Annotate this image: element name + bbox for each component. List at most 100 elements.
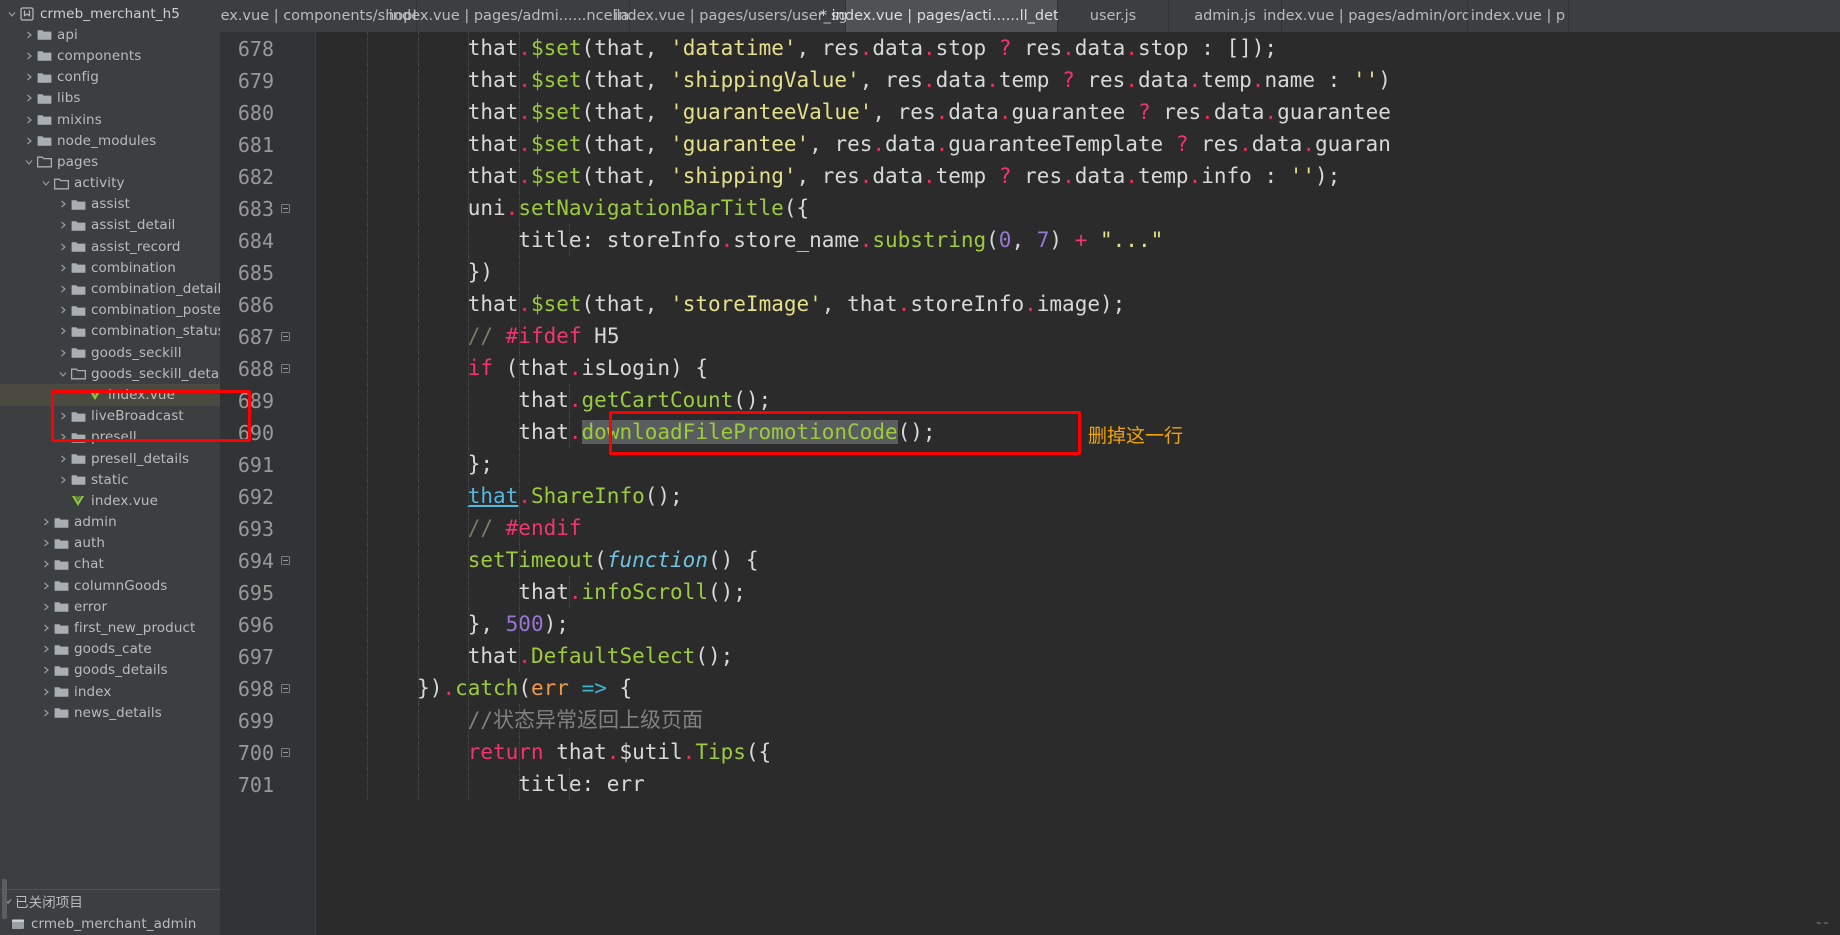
chevron-right-icon[interactable] xyxy=(57,453,68,464)
editor-tab[interactable]: user.js xyxy=(1058,0,1169,32)
chevron-right-icon[interactable] xyxy=(57,432,68,443)
tree-item-news-details[interactable]: news_details xyxy=(0,702,220,723)
tree-item-static[interactable]: static xyxy=(0,469,220,490)
chevron-right-icon[interactable] xyxy=(57,284,68,295)
editor-tab[interactable]: index.vue | p xyxy=(1468,0,1569,32)
code-fold-toggle[interactable] xyxy=(281,684,290,693)
chevron-right-icon[interactable] xyxy=(40,707,51,718)
chevron-right-icon[interactable] xyxy=(57,411,68,422)
chevron-right-icon[interactable] xyxy=(23,72,34,83)
tree-item-error[interactable]: error xyxy=(0,596,220,617)
chevron-right-icon[interactable] xyxy=(23,135,34,146)
editor-tab[interactable]: index.vue | pages/admin/order xyxy=(1263,0,1486,32)
chevron-right-icon[interactable] xyxy=(23,114,34,125)
code-line[interactable]: that.$set(that, 'guaranteeValue', res.da… xyxy=(316,96,1840,128)
editor-tab[interactable]: index.vue | components/shopList xyxy=(220,0,438,32)
code-line[interactable]: // #ifdef H5 xyxy=(316,320,1840,352)
chevron-right-icon[interactable] xyxy=(40,601,51,612)
code-content[interactable]: that.$set(that, 'datatime', res.data.sto… xyxy=(316,32,1840,935)
editor-tab[interactable]: index.vue | pages/users/user_sgin xyxy=(614,0,861,32)
tree-item-first-new-product[interactable]: first_new_product xyxy=(0,617,220,638)
chevron-right-icon[interactable] xyxy=(57,262,68,273)
code-line[interactable]: that.$set(that, 'shippingValue', res.dat… xyxy=(316,64,1840,96)
code-line[interactable]: that.getCartCount(); xyxy=(316,384,1840,416)
code-line[interactable]: that.$set(that, 'datatime', res.data.sto… xyxy=(316,32,1840,64)
editor-tab-bar[interactable]: index.vue | components/shopList index.vue… xyxy=(220,0,1840,33)
code-line[interactable]: }) xyxy=(316,256,1840,288)
chevron-right-icon[interactable] xyxy=(40,538,51,549)
tree-item-index-vue[interactable]: index.vue xyxy=(0,490,220,511)
tree-item-auth[interactable]: auth xyxy=(0,533,220,554)
chevron-right-icon[interactable] xyxy=(40,644,51,655)
sidebar-scrollbar-thumb[interactable] xyxy=(2,879,7,919)
chevron-right-icon[interactable] xyxy=(57,241,68,252)
code-line[interactable]: title: err xyxy=(316,768,1840,800)
closed-project-item[interactable]: crmeb_merchant_admin xyxy=(0,912,220,935)
chevron-right-icon[interactable] xyxy=(57,220,68,231)
tree-item-goods-seckill-details[interactable]: goods_seckill_details xyxy=(0,363,220,384)
editor-tab[interactable]: index.vue | pages/admi......ncellation xyxy=(389,0,657,32)
tree-item-assist-record[interactable]: assist_record xyxy=(0,236,220,257)
tree-item-activity[interactable]: activity xyxy=(0,173,220,194)
code-fold-toggle[interactable] xyxy=(281,748,290,757)
code-line[interactable]: that.DefaultSelect(); xyxy=(316,640,1840,672)
tree-item-combination[interactable]: combination xyxy=(0,257,220,278)
project-tree[interactable]: crmeb_merchant_h5 api components config libs… xyxy=(0,0,220,723)
tree-item-combination-details[interactable]: combination_details xyxy=(0,278,220,299)
code-fold-toggle[interactable] xyxy=(281,556,290,565)
tree-item-api[interactable]: api xyxy=(0,24,220,45)
tree-item-combination-status[interactable]: combination_status xyxy=(0,321,220,342)
line-number-gutter[interactable]: 678 679 680 681 682 683 684 685 686 687 688 689 690 6… xyxy=(220,32,316,935)
tree-item-goods-cate[interactable]: goods_cate xyxy=(0,639,220,660)
chevron-right-icon[interactable] xyxy=(23,29,34,40)
tree-item-presell[interactable]: presell xyxy=(0,427,220,448)
code-line[interactable]: }, 500); xyxy=(316,608,1840,640)
code-fold-toggle[interactable] xyxy=(281,204,290,213)
tree-item-config[interactable]: config xyxy=(0,67,220,88)
tree-item-chat[interactable]: chat xyxy=(0,554,220,575)
code-fold-toggle[interactable] xyxy=(281,332,290,341)
tree-item-columngoods[interactable]: columnGoods xyxy=(0,575,220,596)
code-fold-toggle[interactable] xyxy=(281,364,290,373)
code-line[interactable]: return that.$util.Tips({ xyxy=(316,736,1840,768)
code-line[interactable]: that.$set(that, 'shipping', res.data.tem… xyxy=(316,160,1840,192)
chevron-down-icon[interactable] xyxy=(23,156,34,167)
tree-item-goods-details[interactable]: goods_details xyxy=(0,660,220,681)
tree-item-index-vue[interactable]: index.vue xyxy=(0,384,220,406)
chevron-right-icon[interactable] xyxy=(40,665,51,676)
chevron-right-icon[interactable] xyxy=(57,347,68,358)
tree-item-index[interactable]: index xyxy=(0,681,220,702)
code-line[interactable]: that.$set(that, 'guarantee', res.data.gu… xyxy=(316,128,1840,160)
tree-item-crmeb-merchant-h5[interactable]: crmeb_merchant_h5 xyxy=(0,3,220,24)
chevron-right-icon[interactable] xyxy=(40,517,51,528)
tree-item-admin[interactable]: admin xyxy=(0,512,220,533)
code-line[interactable]: }; xyxy=(316,448,1840,480)
chevron-right-icon[interactable] xyxy=(57,474,68,485)
code-line[interactable]: setTimeout(function() { xyxy=(316,544,1840,576)
chevron-down-icon[interactable] xyxy=(6,8,17,19)
code-line[interactable]: uni.setNavigationBarTitle({ xyxy=(316,192,1840,224)
tree-item-goods-seckill[interactable]: goods_seckill xyxy=(0,342,220,363)
editor-tab[interactable]: * index.vue | pages/acti......ll_details xyxy=(820,0,1083,32)
tree-item-pages[interactable]: pages xyxy=(0,151,220,172)
tree-item-components[interactable]: components xyxy=(0,45,220,66)
chevron-right-icon[interactable] xyxy=(57,305,68,316)
code-line[interactable]: }).catch(err => { xyxy=(316,672,1840,704)
tree-item-presell-details[interactable]: presell_details xyxy=(0,448,220,469)
code-line[interactable]: // #endif xyxy=(316,512,1840,544)
chevron-right-icon[interactable] xyxy=(40,559,51,570)
code-line[interactable]: if (that.isLogin) { xyxy=(316,352,1840,384)
code-line[interactable]: //状态异常返回上级页面 xyxy=(316,704,1840,736)
tree-item-node-modules[interactable]: node_modules xyxy=(0,130,220,151)
chevron-right-icon[interactable] xyxy=(40,623,51,634)
chevron-down-icon[interactable] xyxy=(57,368,68,379)
chevron-right-icon[interactable] xyxy=(23,50,34,61)
closed-projects-header[interactable]: 已关闭项目 xyxy=(0,890,220,912)
chevron-right-icon[interactable] xyxy=(57,199,68,210)
code-line[interactable]: that.downloadFilePromotionCode(); xyxy=(316,416,1840,448)
tree-item-livebroadcast[interactable]: liveBroadcast xyxy=(0,406,220,427)
code-line[interactable]: title: storeInfo.store_name.substring(0,… xyxy=(316,224,1840,256)
closed-projects-panel[interactable]: 已关闭项目 crmeb_merchant_admin xyxy=(0,889,220,935)
code-line[interactable]: that.infoScroll(); xyxy=(316,576,1840,608)
chevron-right-icon[interactable] xyxy=(23,93,34,104)
